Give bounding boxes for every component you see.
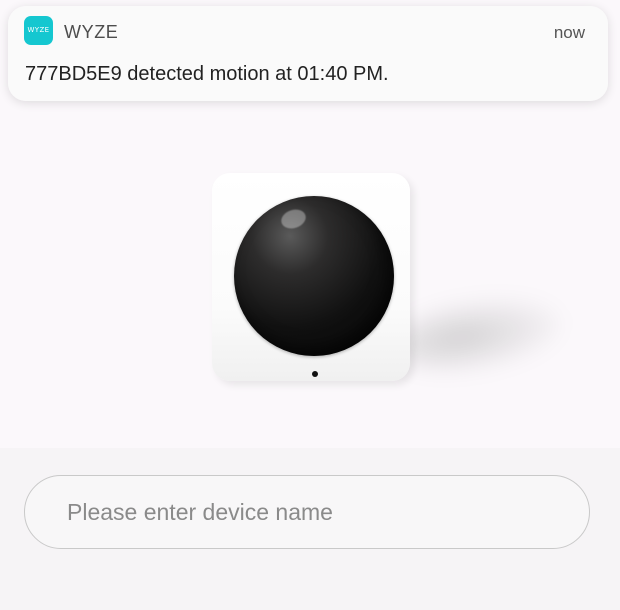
motion-sensor-image	[205, 168, 420, 388]
status-dot	[312, 371, 318, 377]
notification-message: 777BD5E9 detected motion at 01:40 PM.	[25, 63, 389, 85]
motion-sensor-lens	[234, 196, 394, 356]
device-name-section	[0, 448, 620, 610]
notification-time: now	[553, 23, 585, 42]
motion-notification[interactable]: WYZE WYZE now 777BD5E9 detected motion a…	[8, 6, 608, 101]
device-preview-area: WYZE WYZE now 777BD5E9 detected motion a…	[0, 0, 620, 448]
wyze-app-icon: WYZE	[24, 16, 53, 45]
device-name-input[interactable]	[25, 476, 589, 548]
lens-highlight	[278, 206, 309, 232]
device-name-field[interactable]	[24, 475, 590, 549]
notification-app-name: WYZE	[64, 22, 119, 42]
device-setup-screen: WYZE WYZE now 777BD5E9 detected motion a…	[0, 0, 620, 610]
motion-sensor-body	[212, 173, 410, 381]
